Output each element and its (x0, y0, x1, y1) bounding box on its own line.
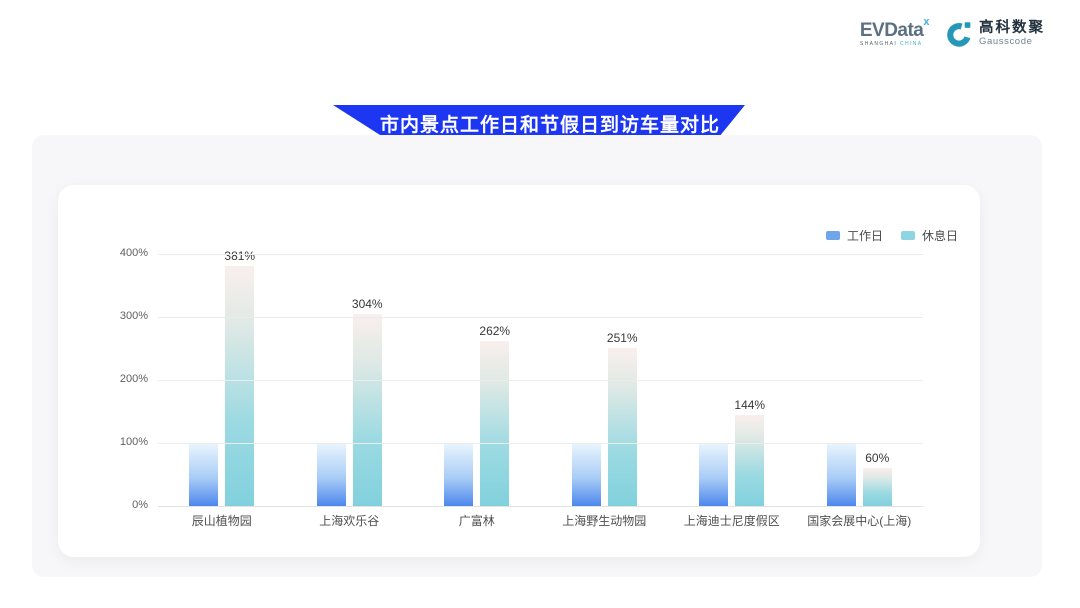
header-logos: EVDatax SHANGHAI CHINA 高科数聚 Gausscode (860, 20, 1045, 48)
workday-legend-label: 工作日 (847, 227, 883, 244)
gridline (158, 506, 923, 507)
category-label: 辰山植物园 (158, 512, 286, 529)
y-axis-tick-label: 100% (88, 436, 148, 448)
chart-legend: 工作日 休息日 (826, 227, 958, 244)
gridline (158, 254, 923, 255)
bar-value-label: 381% (224, 249, 255, 263)
restday-bar: 144% (735, 415, 764, 506)
gausscode-en-label: Gausscode (979, 37, 1045, 47)
gausscode-g-icon (945, 20, 973, 48)
restday-legend-swatch (901, 231, 915, 240)
workday-bar (317, 443, 346, 506)
gausscode-cn-label: 高科数聚 (979, 21, 1045, 37)
restday-bar: 262% (480, 341, 509, 506)
category-label: 国家会展中心(上海) (796, 512, 924, 529)
category-axis: 辰山植物园上海欢乐谷广富林上海野生动物园上海迪士尼度假区国家会展中心(上海) (158, 512, 923, 529)
workday-bar (189, 443, 218, 506)
page-title: 市内景点工作日和节假日到访车量对比 (358, 110, 720, 137)
bar-value-label: 304% (352, 297, 383, 311)
restday-legend-label: 休息日 (922, 227, 958, 244)
restday-bar: 304% (353, 314, 382, 506)
gausscode-logo-text: 高科数聚 Gausscode (979, 21, 1045, 47)
y-axis-tick-label: 400% (88, 247, 148, 259)
y-axis-tick-label: 200% (88, 373, 148, 385)
category-label: 上海欢乐谷 (286, 512, 414, 529)
content-panel: 工作日 休息日 381% 304% 262% 251% 144% 60% 辰山植物园上海欢… (32, 135, 1042, 577)
bar-value-label: 262% (479, 324, 510, 338)
workday-bar (444, 443, 473, 506)
chart-plot-area: 381% 304% 262% 251% 144% 60% (158, 254, 923, 506)
restday-bar: 60% (863, 468, 892, 506)
workday-bar (699, 443, 728, 506)
evdata-logo-subtext: SHANGHAI CHINA (860, 42, 929, 47)
evdata-logo-text: EVDatax (860, 21, 929, 40)
workday-legend-swatch (826, 231, 840, 240)
category-label: 上海野生动物园 (541, 512, 669, 529)
bar-value-label: 144% (734, 398, 765, 412)
y-axis-tick-label: 0% (88, 499, 148, 511)
gausscode-logo: 高科数聚 Gausscode (945, 20, 1045, 48)
legend-item-workday[interactable]: 工作日 (826, 227, 883, 244)
bar-value-label: 60% (865, 451, 889, 465)
evdata-logo: EVDatax SHANGHAI CHINA (860, 21, 929, 47)
evdata-logo-x-icon: x (923, 16, 929, 28)
bar-value-label: 251% (607, 331, 638, 345)
chart-card: 工作日 休息日 381% 304% 262% 251% 144% 60% 辰山植物园上海欢… (58, 185, 980, 557)
restday-bar: 251% (608, 348, 637, 506)
workday-bar (827, 443, 856, 506)
gridline (158, 380, 923, 381)
workday-bar (572, 443, 601, 506)
legend-item-restday[interactable]: 休息日 (901, 227, 958, 244)
y-axis-tick-label: 300% (88, 310, 148, 322)
gridline (158, 317, 923, 318)
gridline (158, 443, 923, 444)
restday-bar: 381% (225, 266, 254, 506)
page: EVDatax SHANGHAI CHINA 高科数聚 Gausscode 市内… (0, 0, 1080, 608)
category-label: 上海迪士尼度假区 (668, 512, 796, 529)
category-label: 广富林 (413, 512, 541, 529)
